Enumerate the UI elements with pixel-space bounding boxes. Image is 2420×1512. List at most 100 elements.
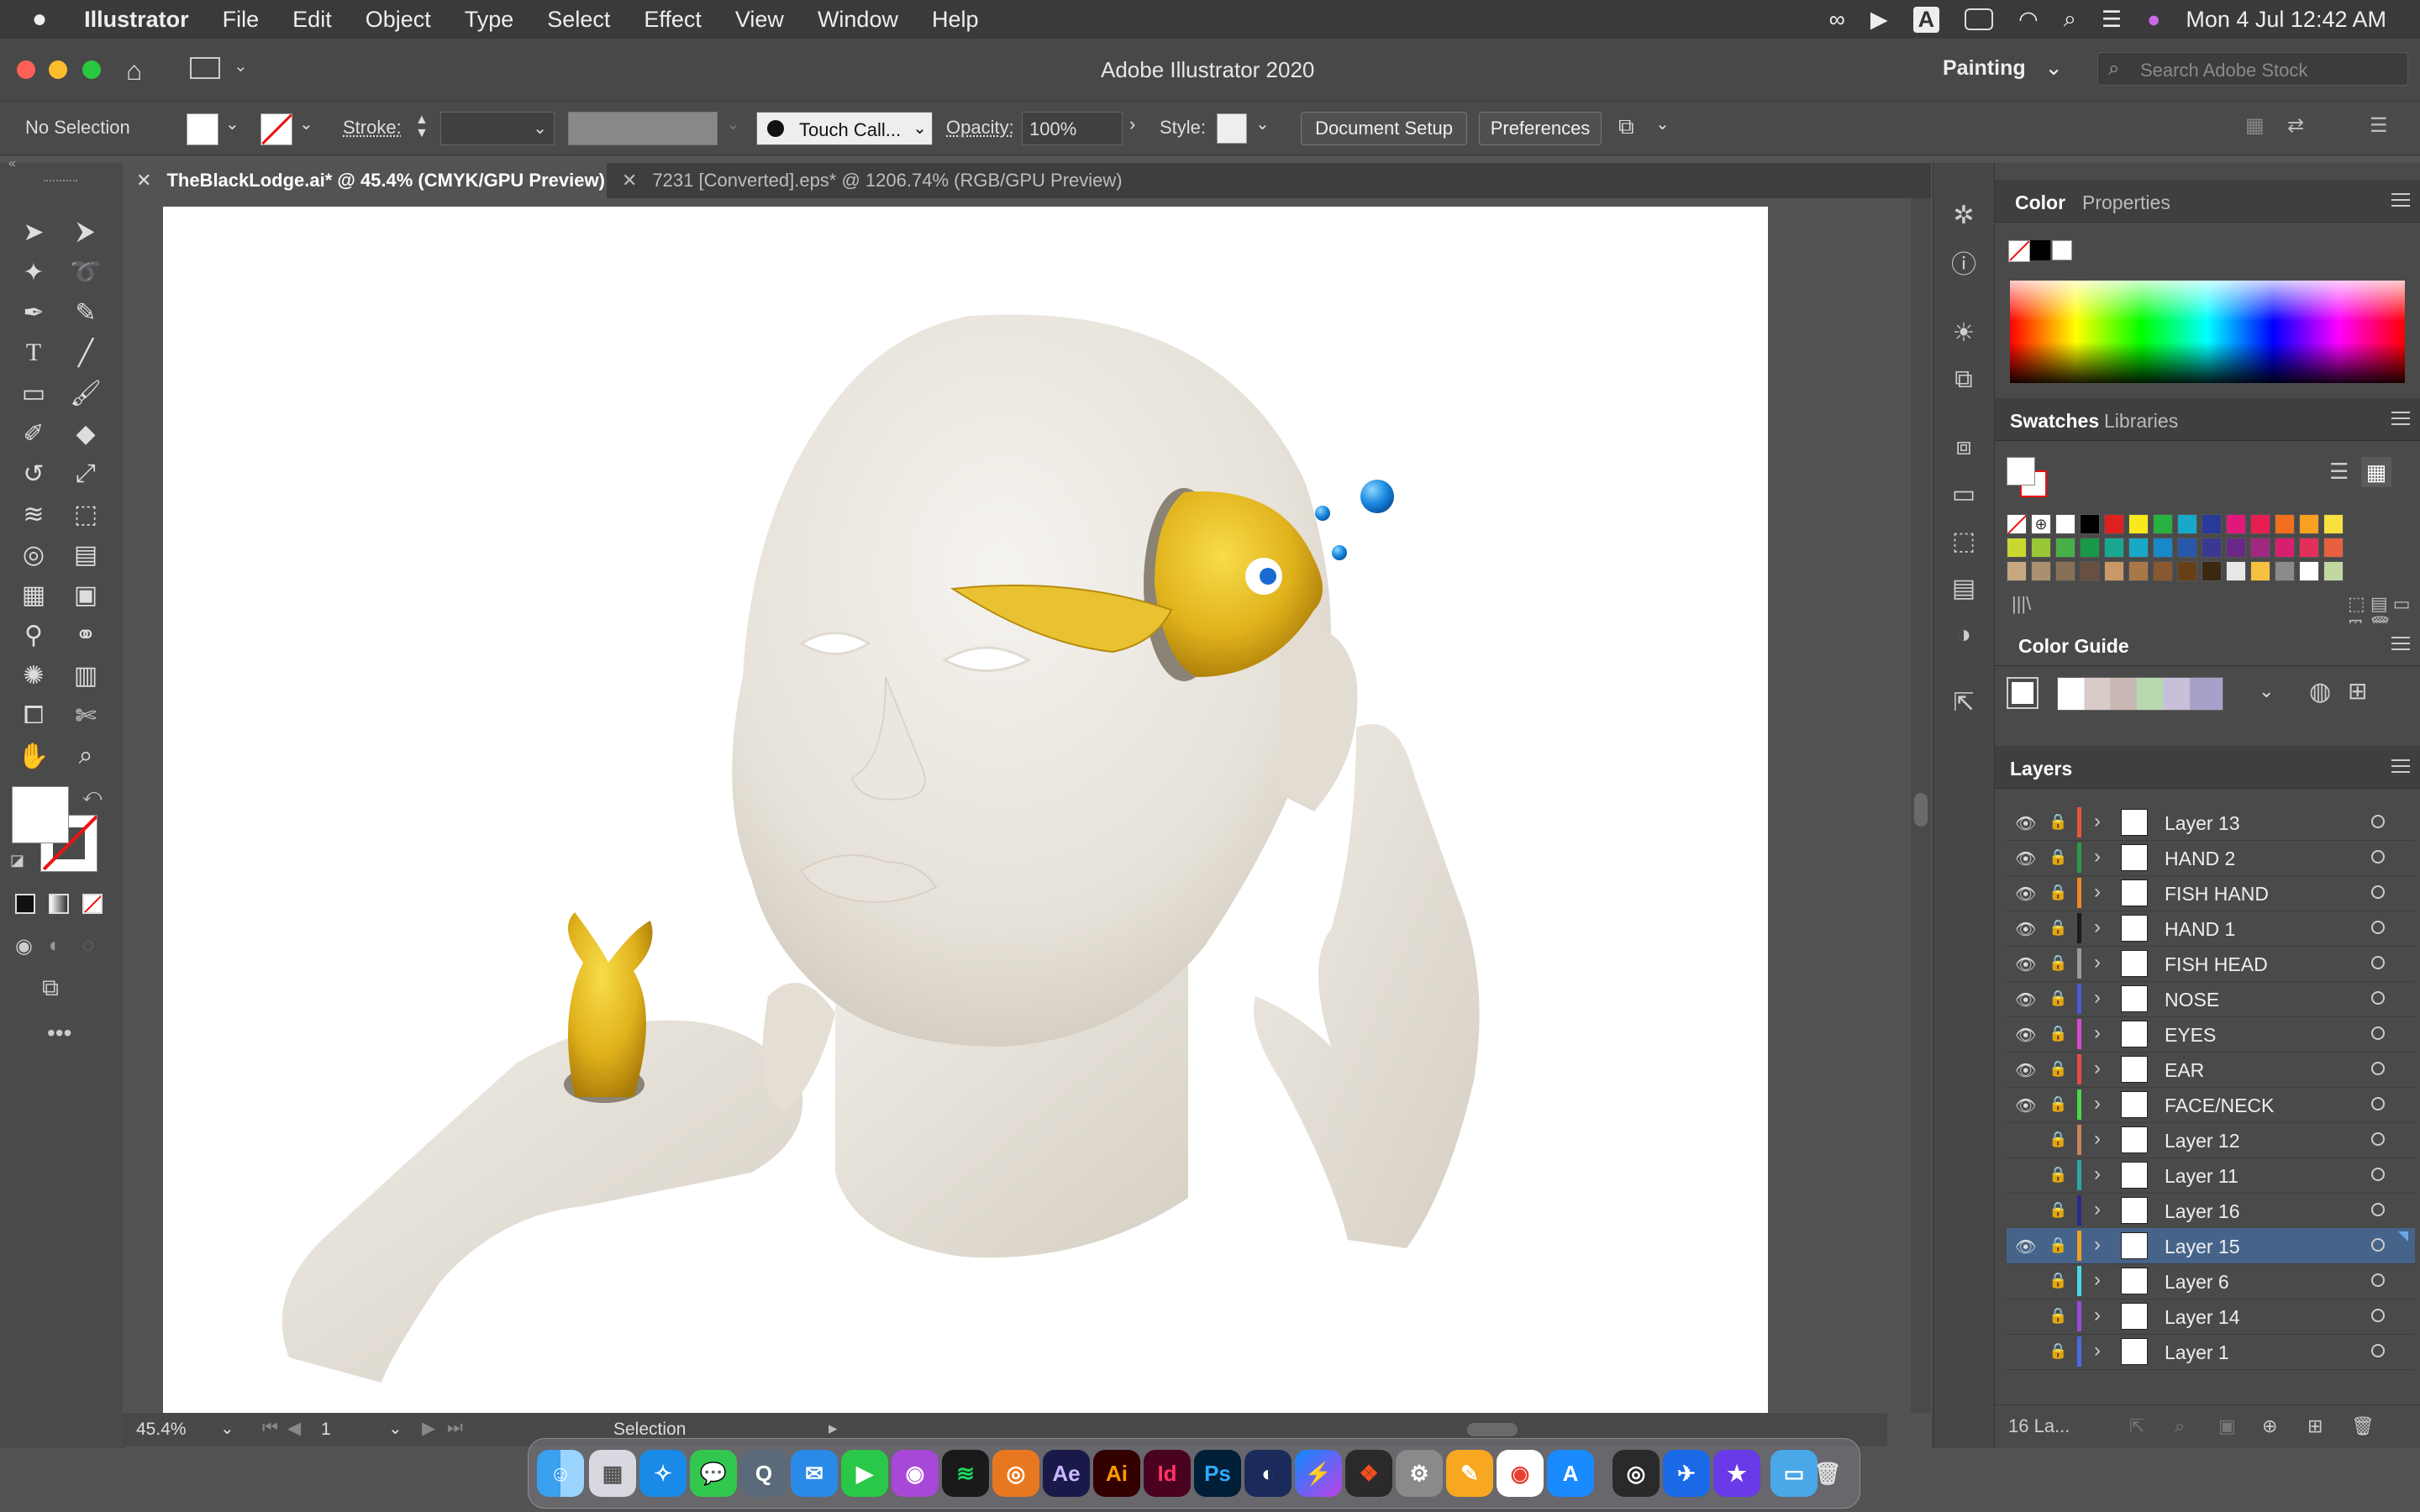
blend-tool-icon[interactable]: ⚭ [69, 618, 103, 652]
swatch-chip[interactable] [2007, 538, 2027, 558]
stroke-label[interactable]: Stroke: [343, 117, 402, 139]
chevron-down-icon[interactable]: ⌄ [220, 1418, 234, 1439]
app-store-icon[interactable]: A [1547, 1450, 1594, 1497]
tab-color[interactable]: Color [2015, 192, 2065, 214]
opacity-label[interactable]: Opacity: [946, 117, 1014, 139]
chrome-icon[interactable]: ◉ [1497, 1450, 1544, 1497]
zoom-field[interactable]: 45.4% [136, 1420, 187, 1440]
lock-icon[interactable]: 🔒 [2049, 990, 2067, 1008]
visibility-toggle-icon[interactable] [2015, 1201, 2035, 1220]
default-fill-stroke-icon[interactable]: ◪ [10, 852, 24, 869]
preferences-button[interactable]: Preferences [1479, 112, 1602, 145]
lock-icon[interactable]: 🔒 [2049, 1307, 2067, 1326]
color-wheel-icon[interactable]: ◍ [2309, 677, 2331, 706]
tab-properties[interactable]: Properties [2082, 192, 2170, 214]
layer-row[interactable]: 👁 🔒 › FISH HAND [2007, 875, 2415, 911]
lock-icon[interactable]: 🔒 [2049, 1272, 2067, 1290]
lock-icon[interactable]: 🔒 [2049, 1201, 2067, 1220]
swatch-chip[interactable] [2080, 514, 2100, 534]
artboard-number[interactable]: 1 [321, 1420, 331, 1440]
home-icon[interactable]: ⌂ [126, 55, 142, 87]
wifi-icon[interactable]: ◠ [2018, 7, 2039, 33]
expand-arrow-icon[interactable]: › [2094, 986, 2101, 1010]
play-icon[interactable]: ▶ [1870, 7, 1888, 33]
app-menu[interactable]: Illustrator [84, 7, 189, 33]
trash-icon[interactable]: 🗑 [1804, 1450, 1851, 1497]
swatch-chip[interactable] [2275, 514, 2295, 534]
swatch-chip[interactable] [2153, 538, 2173, 558]
rectangle-tool-icon[interactable]: ▭ [17, 376, 50, 410]
target-icon[interactable] [2371, 1273, 2385, 1287]
new-sublayer-icon[interactable]: ⊕ [2262, 1415, 2277, 1437]
brush-definition[interactable]: Touch Call... ⌄ [756, 112, 933, 145]
logic-icon[interactable]: ◎ [1612, 1450, 1660, 1497]
swatch-chip[interactable] [2275, 538, 2295, 558]
imovie-icon[interactable]: ★ [1713, 1450, 1760, 1497]
opacity-field[interactable]: 100% [1022, 112, 1123, 145]
arrange-documents-icon[interactable] [190, 57, 220, 79]
swatch-chip[interactable] [2153, 514, 2173, 534]
curvature-tool-icon[interactable]: ✎ [69, 296, 103, 329]
expand-arrow-icon[interactable]: › [2094, 1304, 2101, 1327]
layer-row[interactable]: 👁 🔒 › EYES [2007, 1016, 2415, 1053]
lock-icon[interactable]: 🔒 [2049, 1342, 2067, 1361]
swatch-chip[interactable] [2226, 561, 2246, 581]
column-graph-tool-icon[interactable]: ▥ [69, 659, 103, 692]
panel-menu-icon[interactable] [2391, 193, 2410, 207]
swatch-chip[interactable] [2104, 514, 2124, 534]
chevron-down-icon[interactable]: ⌄ [726, 113, 740, 134]
chevron-right-icon[interactable]: › [1129, 113, 1135, 135]
target-icon[interactable] [2371, 1238, 2385, 1252]
lock-icon[interactable]: 🔒 [2049, 919, 2067, 937]
pathfinder-panel-icon[interactable]: ⧈ [1949, 432, 1979, 462]
illustrator-icon[interactable]: Ai [1093, 1450, 1140, 1497]
swatch-chip[interactable] [2323, 561, 2344, 581]
layer-row[interactable]: 🔒 › Layer 6 [2007, 1263, 2415, 1299]
scale-tool-icon[interactable]: ⤢ [69, 457, 103, 491]
visibility-toggle-icon[interactable]: 👁 [2015, 954, 2036, 974]
layer-row[interactable]: 🔒 › Layer 16 [2007, 1193, 2415, 1229]
layer-row[interactable]: 👁 🔒 › Layer 15 [2007, 1228, 2415, 1264]
layer-name[interactable]: Layer 14 [2165, 1306, 2240, 1329]
messenger-icon[interactable]: ⚡ [1295, 1450, 1342, 1497]
layer-name[interactable]: HAND 1 [2165, 918, 2235, 941]
spark-icon[interactable]: ✈ [1663, 1450, 1710, 1497]
black-color-chip[interactable] [2030, 240, 2050, 260]
input-source-icon[interactable]: A [1912, 6, 1940, 33]
expand-arrow-icon[interactable]: › [2094, 810, 2101, 833]
layer-row[interactable]: 👁 🔒 › Layer 13 [2007, 805, 2415, 841]
visibility-toggle-icon[interactable]: 👁 [2015, 813, 2036, 833]
spotlight-icon[interactable]: ⌕ [2064, 6, 2076, 33]
tab-7231-converted[interactable]: ✕ 7231 [Converted].eps* @ 1206.74% (RGB/… [608, 163, 1247, 198]
layer-row[interactable]: 👁 🔒 › FISH HEAD [2007, 946, 2415, 982]
menu-object[interactable]: Object [366, 7, 431, 33]
grid-view-icon[interactable]: ▦ [2361, 457, 2391, 487]
close-window-button[interactable] [17, 60, 35, 79]
cinema4d-icon[interactable]: ◐ [1244, 1450, 1292, 1497]
layer-name[interactable]: Layer 12 [2165, 1130, 2240, 1152]
layer-row[interactable]: 🔒 › Layer 12 [2007, 1122, 2415, 1158]
target-icon[interactable] [2371, 1062, 2385, 1075]
mail-icon[interactable]: ✉ [791, 1450, 838, 1497]
visibility-toggle-icon[interactable]: 👁 [2015, 1236, 2036, 1257]
blob-brush-tool-icon[interactable]: ✐ [17, 417, 50, 450]
target-icon[interactable] [2371, 991, 2385, 1005]
expand-arrow-icon[interactable]: › [2094, 1268, 2101, 1292]
expand-arrow-icon[interactable]: › [2094, 1021, 2101, 1045]
menu-edit[interactable]: Edit [292, 7, 332, 33]
transform-icon[interactable]: ⇄ [2287, 113, 2304, 138]
expand-arrow-icon[interactable]: › [2094, 1092, 2101, 1116]
swatch-chip[interactable] [2323, 514, 2344, 534]
hand-tool-icon[interactable]: ✋ [17, 739, 50, 773]
chevron-down-icon[interactable]: ⌄ [1255, 113, 1270, 134]
scroll-thumb[interactable] [1467, 1423, 1518, 1436]
swatch-chip[interactable] [2031, 561, 2051, 581]
layer-name[interactable]: FISH HAND [2165, 883, 2269, 906]
gradient-tool-icon[interactable]: ▣ [69, 578, 103, 612]
swatch-chip[interactable] [2080, 538, 2100, 558]
swatch-chip[interactable] [2128, 514, 2149, 534]
save-swatch-group-icon[interactable]: ⊞ [2348, 677, 2367, 705]
swap-fill-stroke-icon[interactable]: ⤺ [82, 785, 103, 806]
tab-swatches[interactable]: Swatches [2010, 410, 2099, 433]
zoom-tool-icon[interactable]: ⌕ [69, 739, 103, 773]
